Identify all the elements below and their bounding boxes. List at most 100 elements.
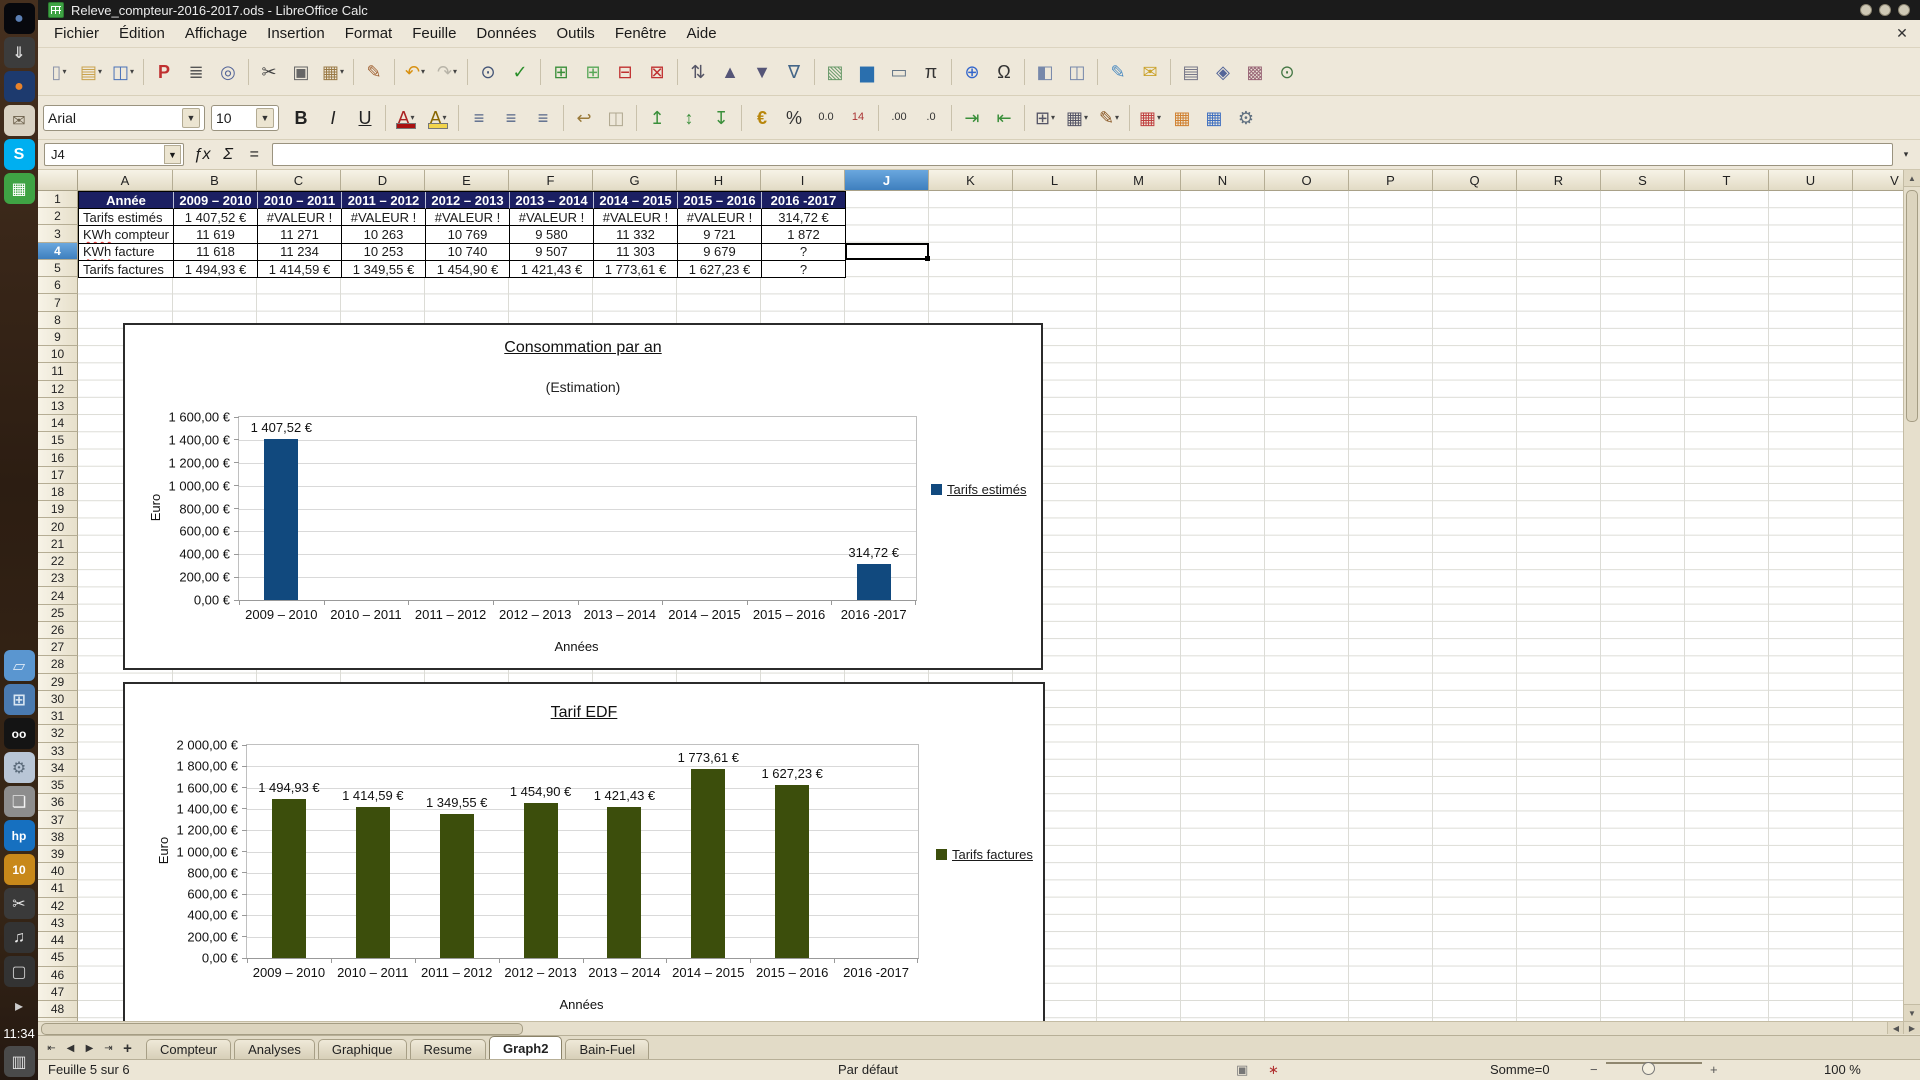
row-header-36[interactable]: 36 — [38, 794, 78, 811]
menu-insertion[interactable]: Insertion — [257, 22, 335, 45]
column-header-P[interactable]: P — [1349, 170, 1433, 191]
table-value-cell[interactable]: 11 234 — [258, 244, 342, 261]
zoom-level[interactable]: 100 % — [1824, 1062, 1861, 1077]
table-value-cell[interactable]: 1 349,55 € — [342, 261, 426, 278]
scroll-up-icon[interactable]: ▲ — [1904, 170, 1920, 187]
table-header-cell[interactable]: 2013 – 2014 — [510, 192, 594, 209]
table-value-cell[interactable]: ? — [762, 244, 846, 261]
column-header-A[interactable]: A — [78, 170, 173, 191]
format-as-number-icon[interactable]: 0.0 — [810, 103, 842, 133]
navigator-icon[interactable]: ◈ — [1207, 57, 1239, 87]
row-header-17[interactable]: 17 — [38, 467, 78, 484]
insert-special-character-icon[interactable]: Ω — [988, 57, 1020, 87]
calendar-icon[interactable]: 10 — [4, 854, 35, 885]
row-header-45[interactable]: 45 — [38, 949, 78, 966]
column-header-Q[interactable]: Q — [1433, 170, 1517, 191]
table-value-cell[interactable]: 9 580 — [510, 226, 594, 243]
column-header-L[interactable]: L — [1013, 170, 1097, 191]
bar-2016-2017[interactable] — [857, 564, 891, 600]
redo-icon[interactable]: ↷▾ — [431, 57, 463, 87]
insert-row-icon[interactable]: ⊞ — [545, 57, 577, 87]
gallery-icon[interactable]: ▩ — [1239, 57, 1271, 87]
scroll-down-icon[interactable]: ▼ — [1904, 1004, 1920, 1021]
row-header-26[interactable]: 26 — [38, 622, 78, 639]
table-value-cell[interactable]: 11 618 — [174, 244, 258, 261]
table-value-cell[interactable]: ? — [762, 261, 846, 278]
italic-icon[interactable]: I — [317, 103, 349, 133]
table-value-cell[interactable]: 10 253 — [342, 244, 426, 261]
table-value-cell[interactable]: #VALEUR ! — [678, 209, 762, 226]
align-right-icon[interactable]: ≡ — [527, 103, 559, 133]
table-value-cell[interactable]: #VALEUR ! — [594, 209, 678, 226]
page-style-status[interactable]: Par défaut — [838, 1062, 898, 1077]
horizontal-scrollbar[interactable]: ◀ ▶ — [38, 1021, 1920, 1035]
font-size-combo[interactable]: 10 ▼ — [211, 105, 279, 131]
row-label-cell[interactable]: KWh compteur — [79, 226, 174, 243]
cell-grid[interactable]: Année2009 – 20102010 – 20112011 – 201220… — [78, 191, 1903, 1021]
row-header-41[interactable]: 41 — [38, 880, 78, 897]
table-value-cell[interactable]: #VALEUR ! — [258, 209, 342, 226]
print-preview-icon[interactable]: ◎ — [212, 57, 244, 87]
table-header-cell[interactable]: 2009 – 2010 — [174, 192, 258, 209]
table-value-cell[interactable]: 1 872 — [762, 226, 846, 243]
row-header-42[interactable]: 42 — [38, 898, 78, 915]
row-header-29[interactable]: 29 — [38, 674, 78, 691]
row-header-23[interactable]: 23 — [38, 570, 78, 587]
row-header-21[interactable]: 21 — [38, 536, 78, 553]
align-bottom-icon[interactable]: ↧ — [705, 103, 737, 133]
row-header-31[interactable]: 31 — [38, 708, 78, 725]
bar-2011-2012[interactable] — [440, 814, 474, 958]
table-style-blue-icon[interactable]: ▦ — [1198, 103, 1230, 133]
font-color-icon[interactable]: A▾ — [390, 103, 422, 133]
row-header-6[interactable]: 6 — [38, 277, 78, 294]
column-header-H[interactable]: H — [677, 170, 761, 191]
split-window-icon[interactable]: ◫ — [1061, 57, 1093, 87]
row-header-11[interactable]: 11 — [38, 363, 78, 380]
insert-formula-object-icon[interactable]: π — [915, 57, 947, 87]
row-header-35[interactable]: 35 — [38, 777, 78, 794]
table-value-cell[interactable]: #VALEUR ! — [426, 209, 510, 226]
underline-icon[interactable]: U — [349, 103, 381, 133]
sheet-tab-graph2[interactable]: Graph2 — [489, 1036, 563, 1059]
workspace-switcher-icon[interactable]: ⊞ — [4, 684, 35, 715]
table-header-cell[interactable]: 2010 – 2011 — [258, 192, 342, 209]
trash-icon[interactable]: ▥ — [4, 1046, 35, 1077]
autofilter-icon[interactable]: ∇ — [778, 57, 810, 87]
table-value-cell[interactable]: 1 407,52 € — [174, 209, 258, 226]
table-value-cell[interactable]: 10 740 — [426, 244, 510, 261]
column-header-I[interactable]: I — [761, 170, 845, 191]
row-header-25[interactable]: 25 — [38, 605, 78, 622]
row-label-cell[interactable]: Tarifs factures — [79, 261, 174, 278]
menu-outils[interactable]: Outils — [546, 22, 604, 45]
column-header-S[interactable]: S — [1601, 170, 1685, 191]
paste-icon[interactable]: ▦▾ — [317, 57, 349, 87]
cell-styles-icon[interactable]: ⚙ — [1230, 103, 1262, 133]
sheet-tab-graphique[interactable]: Graphique — [318, 1039, 407, 1059]
sum-status[interactable]: Somme=0 — [1490, 1062, 1550, 1077]
row-header-7[interactable]: 7 — [38, 294, 78, 311]
equals-icon[interactable]: = — [241, 143, 267, 167]
clone-formatting-icon[interactable]: ✎ — [358, 57, 390, 87]
align-top-icon[interactable]: ↥ — [641, 103, 673, 133]
row-header-10[interactable]: 10 — [38, 346, 78, 363]
border-style-icon[interactable]: ▦▾ — [1061, 103, 1093, 133]
chevron-down-icon[interactable]: ▼ — [164, 145, 181, 164]
chevron-down-icon[interactable]: ▼ — [256, 108, 274, 128]
headers-footers-icon[interactable]: ▤ — [1175, 57, 1207, 87]
clipboard-icon[interactable]: ❏ — [4, 786, 35, 817]
zoom-in-icon[interactable]: + — [1710, 1062, 1718, 1077]
show-draw-functions-icon[interactable]: ✎ — [1102, 57, 1134, 87]
merge-cells-icon[interactable]: ◫ — [600, 103, 632, 133]
highlighting-color-icon[interactable]: A▾ — [422, 103, 454, 133]
borders-icon[interactable]: ⊞▾ — [1029, 103, 1061, 133]
increase-indent-icon[interactable]: ⇥ — [956, 103, 988, 133]
menu-aide[interactable]: Aide — [677, 22, 727, 45]
table-value-cell[interactable]: 11 332 — [594, 226, 678, 243]
decrease-indent-icon[interactable]: ⇤ — [988, 103, 1020, 133]
table-value-cell[interactable]: 9 679 — [678, 244, 762, 261]
row-header-32[interactable]: 32 — [38, 725, 78, 742]
sort-icon[interactable]: ⇅ — [682, 57, 714, 87]
column-header-B[interactable]: B — [173, 170, 257, 191]
insert-comment-icon[interactable]: ✉ — [1134, 57, 1166, 87]
row-header-1[interactable]: 1 — [38, 191, 78, 208]
